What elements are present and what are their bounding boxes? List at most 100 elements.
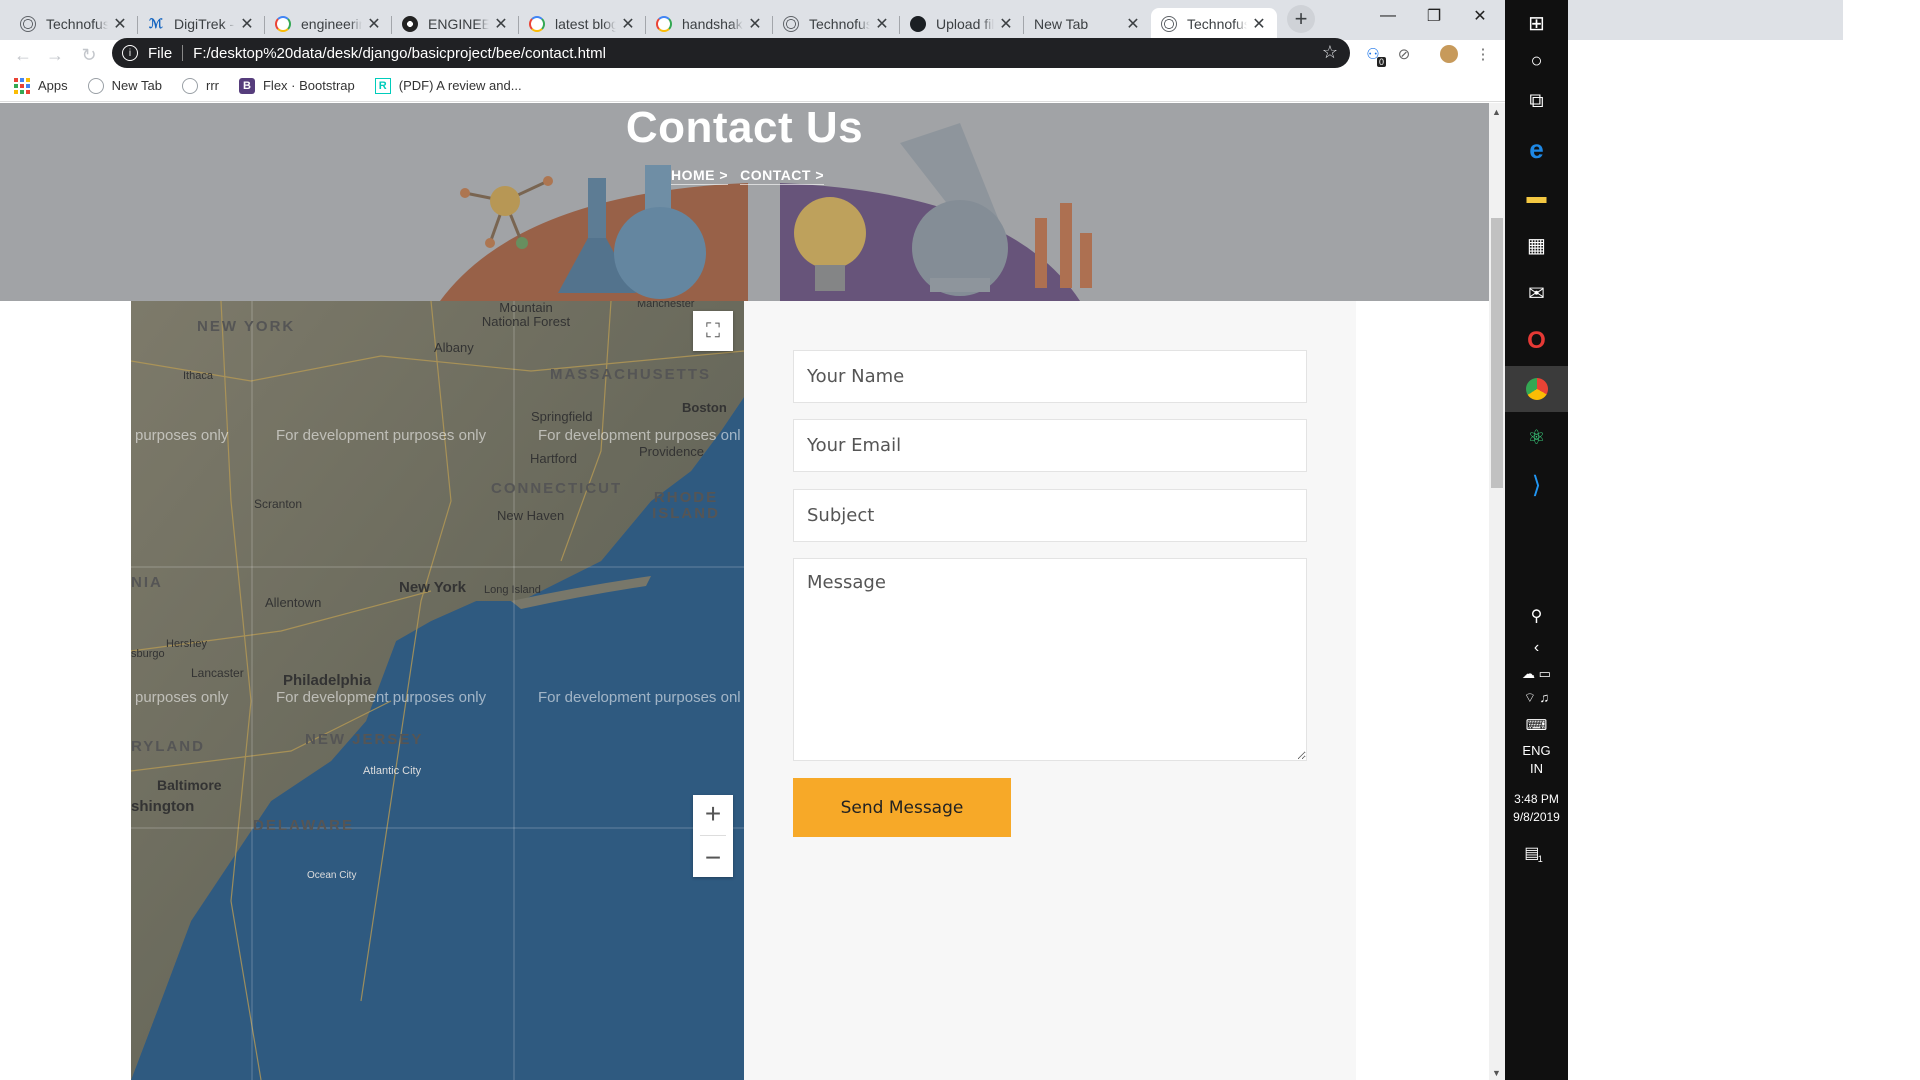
map-state-label: RHODE ISLAND [652,489,720,522]
tab-handshake[interactable]: handshake ✕ [646,8,773,40]
map-watermark: For development purposes only [276,427,487,444]
map-place-label: shington [131,798,195,815]
edge-button[interactable]: e [1505,126,1568,172]
tab-technofusion-active[interactable]: Technofusio ✕ [1151,8,1277,40]
mail-button[interactable]: ✉ [1505,270,1568,316]
breadcrumb-home[interactable]: HOME > [671,167,729,185]
info-icon[interactable]: i [122,45,138,61]
bookmark-rrr[interactable]: rrr [181,77,219,94]
message-field[interactable] [793,558,1307,761]
tab-title: latest blog [555,16,616,32]
close-tab-icon[interactable]: ✕ [620,14,636,34]
address-bar[interactable]: i File F:/desktop%20data/desk/django/bas… [112,38,1350,68]
chrome-button[interactable] [1505,366,1568,412]
task-view-button[interactable]: ⧉ [1505,78,1568,124]
windows-taskbar: ⊞ ○ ⧉ e ▬ ▦ ✉ O ⚛ ⟩ ⚲ ‹ ☁ ▭ ⌔ ♫ ⌨ ENG IN… [1505,0,1568,1080]
close-tab-icon[interactable]: ✕ [747,14,763,34]
volume-icon: ♫ [1539,690,1550,705]
map-place-label: Manchester [637,301,695,310]
close-tab-icon[interactable]: ✕ [1125,14,1141,34]
name-field[interactable] [793,350,1307,403]
circle-check-icon: ⊘ [1397,46,1411,63]
tab-engineering[interactable]: ENGINEERI ✕ [392,8,519,40]
clock-date: 9/8/2019 [1513,810,1560,824]
file-explorer-button[interactable]: ▬ [1505,174,1568,220]
new-tab-button[interactable]: + [1287,5,1315,33]
people-button[interactable]: ⚲ [1505,606,1568,626]
bookmark-new-tab[interactable]: New Tab [87,77,162,94]
vscode-icon: ⟩ [1531,471,1542,499]
tab-title: handshake [682,16,743,32]
chrome-icon [1525,378,1548,400]
reload-button[interactable]: ↻ [78,44,100,66]
close-icon: ✕ [1473,8,1487,25]
close-tab-icon[interactable]: ✕ [998,14,1014,34]
opera-button[interactable]: O [1505,318,1568,364]
tab-new-tab[interactable]: New Tab ✕ [1024,8,1151,40]
close-tab-icon[interactable]: ✕ [874,14,890,34]
extension-button-2[interactable]: ⊘ [1393,43,1415,65]
tray-status-icons[interactable]: ☁ ▭ [1505,666,1568,682]
minimize-button[interactable]: — [1365,0,1411,32]
tab-latest-blog[interactable]: latest blog ✕ [519,8,646,40]
profile-avatar[interactable] [1438,43,1460,65]
tab-digitrek[interactable]: ℳ DigiTrek - A ✕ [138,8,265,40]
clock[interactable]: 3:48 PM 9/8/2019 [1505,790,1568,826]
menu-button[interactable]: ⋮ [1472,43,1494,65]
tab-technofusion-1[interactable]: Technofusio ✕ [10,8,138,40]
forward-button[interactable]: → [44,44,66,66]
restore-button[interactable]: ❐ [1411,0,1457,32]
url-text[interactable]: F:/desktop%20data/desk/django/basicproje… [193,45,606,62]
extension-button[interactable]: ⚇ 0 [1362,43,1386,67]
vscode-button[interactable]: ⟩ [1505,462,1568,508]
google-map[interactable]: purposes only For development purposes o… [131,301,744,1080]
zoom-out-icon[interactable]: − [705,842,721,874]
bookmark-pdf-review[interactable]: R (PDF) A review and... [374,77,522,94]
language-indicator[interactable]: ENG IN [1505,742,1568,778]
scheme-label: File [148,44,173,62]
breadcrumb-contact[interactable]: CONTACT > [740,167,825,185]
touch-keyboard-button[interactable]: ⌨ [1505,716,1568,734]
scroll-down-icon[interactable]: ▼ [1492,1068,1501,1078]
close-window-button[interactable]: ✕ [1457,0,1503,32]
tab-upload-file[interactable]: Upload file ✕ [900,8,1024,40]
tab-title: engineering [301,16,362,32]
map-fullscreen-button[interactable]: ⛶ [693,311,733,351]
zoom-in-icon[interactable]: + [705,798,721,830]
close-tab-icon[interactable]: ✕ [1251,14,1267,34]
bookmark-flex-bootstrap[interactable]: B Flex · Bootstrap [238,77,355,94]
show-hidden-icons-button[interactable]: ‹ [1505,639,1568,657]
email-field[interactable] [793,419,1307,472]
task-view-icon: ⧉ [1529,89,1544,112]
bookmark-label: (PDF) A review and... [398,78,522,93]
map-watermark: purposes only [135,689,229,706]
engineering-icon [402,16,418,32]
back-arrow-icon: ← [14,44,32,65]
tab-engineering-search[interactable]: engineering ✕ [265,8,392,40]
battery-icon: ▭ [1538,666,1551,681]
scrollbar-thumb[interactable] [1491,218,1503,488]
subject-field[interactable] [793,489,1307,542]
map-place-label: Albany [434,340,474,355]
close-tab-icon[interactable]: ✕ [239,14,255,34]
back-button[interactable]: ← [12,44,34,66]
map-state-label: MASSACHUSETTS [550,366,712,383]
close-tab-icon[interactable]: ✕ [493,14,509,34]
scroll-up-icon[interactable]: ▲ [1492,107,1501,117]
close-tab-icon[interactable]: ✕ [366,14,382,34]
page-scrollbar[interactable]: ▲ ▼ [1489,103,1505,1080]
bookmark-apps[interactable]: Apps [14,77,68,94]
action-center-button[interactable]: ▤ 1 [1505,843,1568,864]
send-message-button[interactable]: Send Message [793,778,1011,837]
store-button[interactable]: ▦ [1505,222,1568,268]
tab-technofusion-2[interactable]: Technofusio ✕ [773,8,900,40]
store-icon: ▦ [1527,234,1546,257]
tray-network-volume[interactable]: ⌔ ♫ [1505,690,1568,706]
map-state-label: NIA [131,574,163,591]
close-tab-icon[interactable]: ✕ [112,14,128,34]
bookmark-star-icon[interactable]: ☆ [1322,42,1338,63]
globe-icon [181,77,198,94]
atom-app-button[interactable]: ⚛ [1505,414,1568,460]
map-place-label: Atlantic City [363,765,422,777]
contact-form: Send Message [744,301,1356,1080]
